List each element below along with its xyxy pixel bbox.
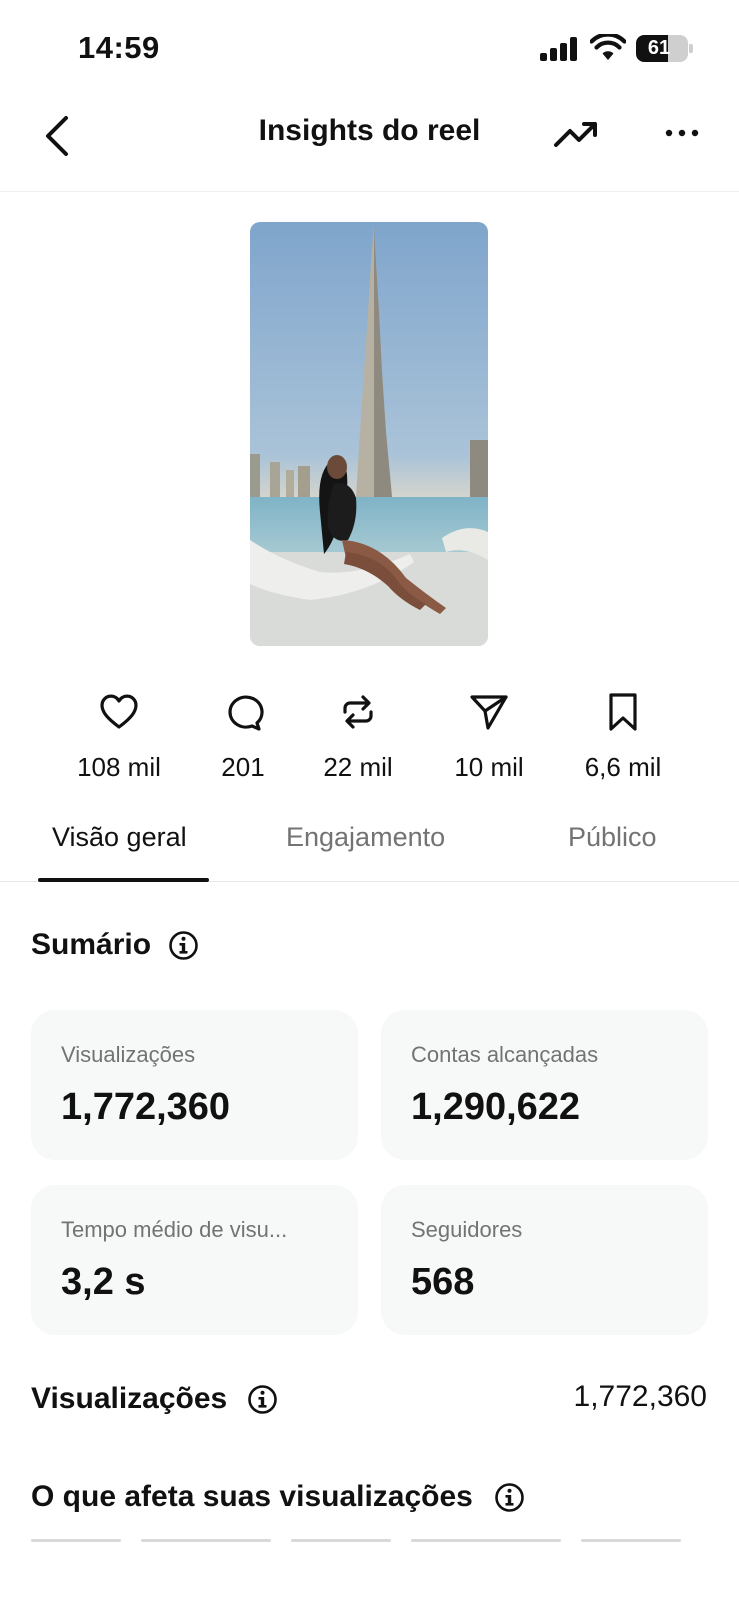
views-total-value: 1,772,360: [573, 1380, 707, 1413]
views-section-title: Visualizações: [31, 1382, 228, 1415]
metric-card-avg-watch-time[interactable]: Tempo médio de visu... 3,2 s: [31, 1185, 358, 1335]
insights-tabs: Visão geral Engajamento Público: [0, 800, 739, 882]
info-icon[interactable]: [247, 1384, 278, 1415]
status-time: 14:59: [78, 30, 160, 65]
battery-level: 61: [647, 37, 671, 59]
metric-value: 3,2 s: [61, 1261, 146, 1303]
comments-count: 201: [221, 752, 265, 782]
trending-icon[interactable]: [553, 114, 601, 154]
metric-label: Tempo médio de visu...: [61, 1217, 288, 1242]
likes-count: 108 mil: [77, 752, 161, 782]
metric-label: Visualizações: [61, 1042, 196, 1067]
more-options-icon[interactable]: [660, 118, 704, 148]
comments-stat: 201: [178, 690, 308, 783]
cut-off-description-text: [31, 1535, 711, 1543]
info-icon[interactable]: [168, 930, 199, 961]
bookmark-icon: [609, 693, 637, 731]
shares-count: 10 mil: [454, 752, 524, 782]
saves-stat: 6,6 mil: [558, 690, 688, 783]
metric-label: Contas alcançadas: [411, 1042, 599, 1067]
status-bar: 14:59 61: [0, 0, 739, 96]
affects-section-title: O que afeta suas visualizações: [31, 1480, 473, 1513]
metric-label: Seguidores: [411, 1217, 523, 1242]
saves-count: 6,6 mil: [584, 752, 662, 782]
repost-icon: [343, 695, 373, 729]
metric-value: 1,290,622: [411, 1086, 581, 1128]
tab-overview[interactable]: Visão geral: [52, 822, 187, 853]
reposts-stat: 22 mil: [293, 690, 423, 783]
share-icon: [470, 695, 508, 730]
tab-audience[interactable]: Público: [568, 822, 657, 853]
summary-title: Sumário: [31, 928, 152, 961]
metric-card-views[interactable]: Visualizações 1,772,360: [31, 1010, 358, 1160]
page-title: Insights do reel: [258, 114, 481, 147]
metric-value: 1,772,360: [61, 1086, 231, 1128]
comment-icon: [228, 695, 264, 731]
info-icon[interactable]: [494, 1482, 525, 1513]
reel-thumbnail[interactable]: [250, 222, 488, 646]
likes-stat: 108 mil: [54, 690, 184, 783]
heart-icon: [100, 694, 138, 729]
metric-card-followers[interactable]: Seguidores 568: [381, 1185, 708, 1335]
metric-value: 568: [411, 1261, 475, 1303]
battery-tip: [689, 44, 693, 53]
cellular-signal-icon: [540, 37, 578, 61]
active-tab-indicator: [38, 878, 209, 882]
battery-icon: 61: [636, 35, 688, 62]
wifi-icon: [590, 34, 626, 60]
shares-stat: 10 mil: [424, 690, 554, 783]
reposts-count: 22 mil: [323, 752, 393, 782]
metric-card-accounts-reached[interactable]: Contas alcançadas 1,290,622: [381, 1010, 708, 1160]
tab-engagement[interactable]: Engajamento: [286, 822, 445, 853]
top-nav-bar: Insights do reel: [0, 96, 739, 192]
